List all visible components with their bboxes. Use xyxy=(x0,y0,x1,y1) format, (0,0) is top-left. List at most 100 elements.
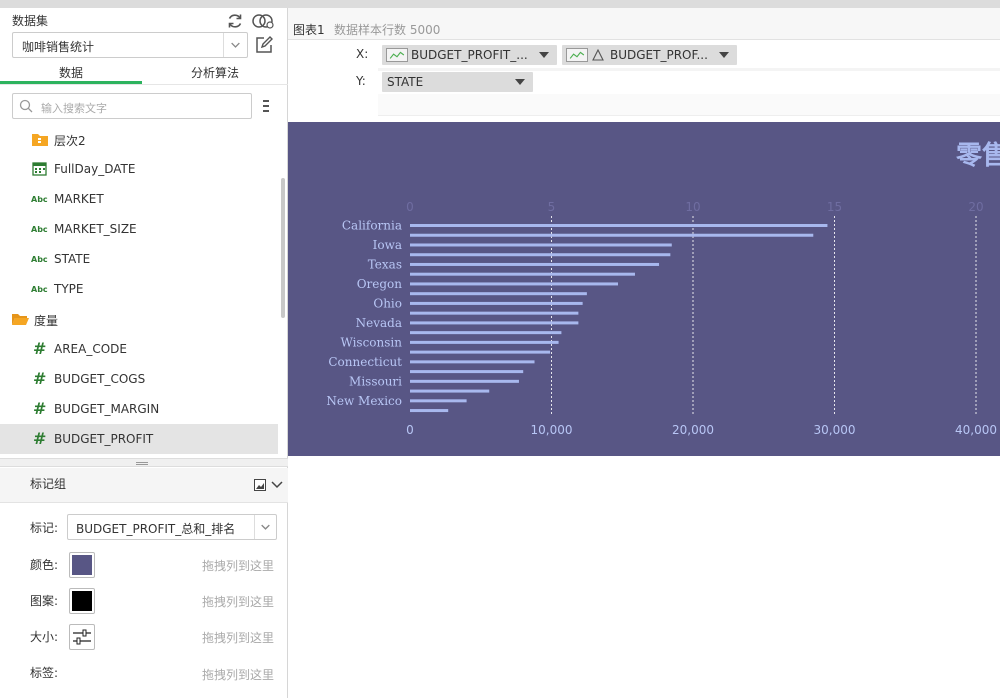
size-drop-zone[interactable]: 拖拽列到这里 xyxy=(202,629,274,646)
y-tick-label: Ohio xyxy=(373,296,402,310)
top-axis-tick-label: 15 xyxy=(827,200,842,214)
dropdown-arrow-icon[interactable] xyxy=(719,52,729,58)
text-dimension-icon: Abc xyxy=(31,195,48,204)
color-label: 颜色: xyxy=(30,558,59,572)
dataset-select-value: 咖啡销售统计 xyxy=(22,40,95,54)
y-field-pill-label: STATE xyxy=(387,75,424,89)
tree-item-measure[interactable]: # BUDGET_MARGIN xyxy=(0,394,278,424)
tree-item-date[interactable]: FullDay_DATE xyxy=(0,154,278,184)
color-drop-zone[interactable]: 拖拽列到这里 xyxy=(202,557,274,574)
bar xyxy=(410,292,587,296)
bar xyxy=(410,409,449,413)
top-axis-tick-label: 5 xyxy=(548,200,556,214)
tree-item-label: BUDGET_PROFIT xyxy=(54,432,154,446)
mark-group-title: 标记组 xyxy=(30,477,67,491)
line-chart-icon xyxy=(566,48,588,62)
tab-analysis-algorithms[interactable]: 分析算法 xyxy=(142,64,288,84)
search-field[interactable]: 输入搜索文字 xyxy=(12,93,252,119)
y-tick-label: New Mexico xyxy=(326,394,402,408)
color-swatch-fill xyxy=(72,555,92,575)
bar xyxy=(410,331,562,335)
y-field-pill[interactable]: STATE xyxy=(382,72,533,92)
size-label: 大小: xyxy=(30,630,59,644)
tree-item-measures-folder[interactable]: 度量 xyxy=(0,304,278,334)
y-tick-label: Missouri xyxy=(349,374,402,388)
tree-item-dimension[interactable]: Abc STATE xyxy=(0,244,278,274)
y-shelf-label: Y: xyxy=(356,74,366,88)
y-tick-label: Texas xyxy=(368,257,402,271)
tree-item-label: AREA_CODE xyxy=(54,342,127,356)
splitter-grip-icon[interactable] xyxy=(136,462,148,465)
chevron-down-icon[interactable] xyxy=(271,480,283,490)
bar xyxy=(410,233,814,237)
chart-canvas[interactable]: 零售 0 5 10 15 20 California Iowa Texas Oregon Ohio N… xyxy=(288,122,1000,456)
search-icon xyxy=(19,99,33,113)
bar xyxy=(410,340,559,344)
chevron-down-icon[interactable] xyxy=(254,515,276,539)
tree-item-dimension[interactable]: Abc TYPE xyxy=(0,274,278,304)
chart-tab[interactable]: 图表1 xyxy=(293,21,325,38)
x-shelf-underline xyxy=(378,68,1000,71)
x-field-pill[interactable]: BUDGET_PROF... xyxy=(562,45,737,65)
bar xyxy=(410,301,583,305)
y-tick-label: California xyxy=(342,219,402,233)
more-options-icon[interactable] xyxy=(262,97,270,115)
bar xyxy=(410,253,671,257)
tree-item-hierarchy[interactable]: 层次2 xyxy=(0,124,278,154)
tree-item-dimension[interactable]: Abc MARKET xyxy=(0,184,278,214)
tree-item-measure-selected[interactable]: # BUDGET_PROFIT xyxy=(0,424,278,454)
pattern-swatch[interactable] xyxy=(69,588,95,614)
tag-drop-zone[interactable]: 拖拽列到这里 xyxy=(202,666,274,683)
y-tick-label: Wisconsin xyxy=(340,335,402,349)
bar xyxy=(410,282,619,286)
x-shelf-label: X: xyxy=(356,47,369,61)
number-measure-icon: # xyxy=(33,399,47,418)
tree-item-label: FullDay_DATE xyxy=(54,162,136,176)
pattern-label: 图案: xyxy=(30,594,59,608)
tree-item-measure[interactable]: # AREA_CODE xyxy=(0,334,278,364)
tree-item-label: TYPE xyxy=(54,282,84,296)
dropdown-arrow-icon[interactable] xyxy=(539,52,549,58)
size-swatch[interactable] xyxy=(69,624,95,650)
x-field-pill-label: BUDGET_PROF... xyxy=(610,48,708,62)
dataset-link-icon[interactable] xyxy=(252,12,274,30)
line-chart-icon xyxy=(386,48,408,62)
dataset-title: 数据集 xyxy=(12,14,49,28)
color-swatch[interactable] xyxy=(69,552,95,578)
y-tick-label: Connecticut xyxy=(328,355,402,369)
divider xyxy=(0,84,288,85)
bottom-axis-tick-label: 10,000 xyxy=(531,423,573,437)
dataset-select[interactable]: 咖啡销售统计 xyxy=(12,32,248,58)
mark-select[interactable]: BUDGET_PROFIT_总和_排名 xyxy=(67,514,277,540)
tree-scrollbar-thumb[interactable] xyxy=(281,178,285,318)
dropdown-arrow-icon[interactable] xyxy=(515,79,525,85)
pattern-drop-zone[interactable]: 拖拽列到这里 xyxy=(202,593,274,610)
top-axis-tick-label: 0 xyxy=(406,200,414,214)
x-field-pill[interactable]: BUDGET_PROFIT_... xyxy=(382,45,557,65)
number-measure-icon: # xyxy=(33,369,47,388)
bar xyxy=(410,370,524,374)
left-panel: 数据集 咖啡销售统计 数据 分析算法 输入搜索文字 层次2 FullDay_DA… xyxy=(0,8,288,698)
tree-item-label: STATE xyxy=(54,252,91,266)
top-strip xyxy=(0,0,1000,8)
bar xyxy=(410,321,579,325)
tree-item-label: MARKET_SIZE xyxy=(54,222,137,236)
text-dimension-icon: Abc xyxy=(31,255,48,264)
tree-item-measure[interactable]: # BUDGET_COGS xyxy=(0,364,278,394)
number-measure-icon: # xyxy=(33,339,47,358)
image-type-icon[interactable] xyxy=(254,479,266,491)
tree-item-dimension[interactable]: Abc MARKET_SIZE xyxy=(0,214,278,244)
chevron-down-icon[interactable] xyxy=(223,33,247,57)
tag-label: 标签: xyxy=(30,666,59,680)
refresh-icon[interactable] xyxy=(226,12,244,30)
main-area: 图表1 数据样本行数 5000 X: Y: BUDGET_PROFIT_... … xyxy=(288,8,1000,698)
tree-item-label: BUDGET_MARGIN xyxy=(54,402,160,416)
hierarchy-folder-icon xyxy=(32,134,48,146)
tree-item-label: 度量 xyxy=(34,314,59,328)
x-field-pill-label: BUDGET_PROFIT_... xyxy=(411,48,528,62)
search-placeholder: 输入搜索文字 xyxy=(41,102,107,115)
field-tree: 层次2 FullDay_DATE Abc MARKET Abc MARKET_S… xyxy=(0,124,278,454)
divider xyxy=(0,502,288,503)
edit-icon[interactable] xyxy=(255,36,273,54)
bottom-axis-tick-label: 30,000 xyxy=(814,423,856,437)
